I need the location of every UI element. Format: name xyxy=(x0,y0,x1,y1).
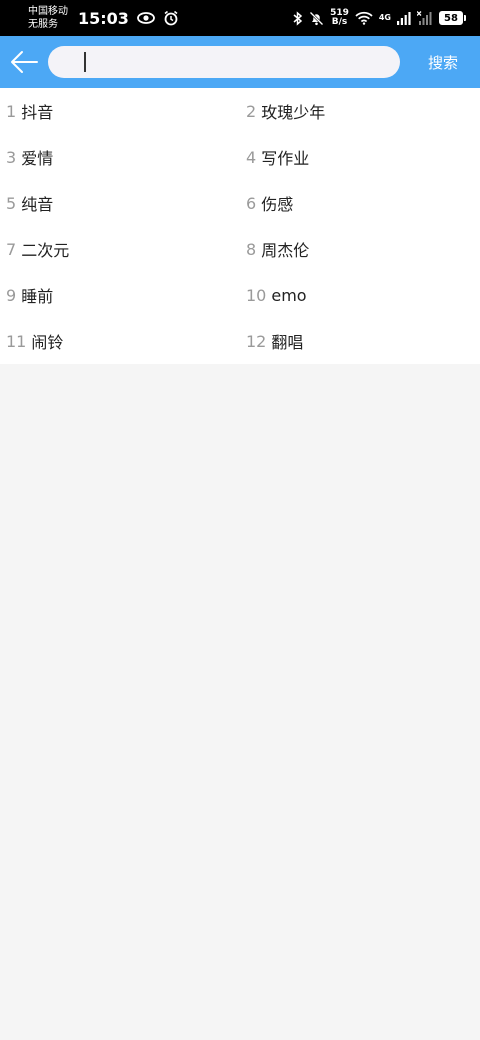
net-speed: 519 B/s xyxy=(330,9,349,27)
alarm-icon xyxy=(163,10,179,26)
status-right: 519 B/s 4G 58 xyxy=(293,9,466,27)
hot-label: 翻唱 xyxy=(271,333,304,352)
signal-icon xyxy=(397,11,411,25)
mute-bell-icon xyxy=(309,11,324,26)
hot-keyword-item[interactable]: 7 二次元 xyxy=(0,226,240,272)
hot-keyword-item[interactable]: 10 emo xyxy=(240,272,480,318)
hot-keyword-item[interactable]: 5 纯音 xyxy=(0,180,240,226)
hot-rank: 2 xyxy=(246,101,257,121)
hot-keyword-item[interactable]: 4 写作业 xyxy=(240,134,480,180)
hot-rank: 11 xyxy=(6,331,27,351)
no-signal-icon xyxy=(417,11,433,25)
hot-label: emo xyxy=(271,285,307,305)
carrier-name: 中国移动 xyxy=(28,6,68,17)
hot-label: 纯音 xyxy=(21,195,54,214)
hot-rank: 12 xyxy=(246,331,267,351)
carrier-info: 中国移动 无服务 xyxy=(28,5,68,31)
hot-label: 二次元 xyxy=(21,241,70,260)
network-type: 4G xyxy=(378,13,391,22)
hot-rank: 4 xyxy=(246,147,257,167)
wifi-icon xyxy=(355,11,373,25)
hot-rank: 7 xyxy=(6,239,17,259)
search-button[interactable]: 搜索 xyxy=(400,36,480,88)
search-box[interactable] xyxy=(48,46,400,78)
battery-level: 58 xyxy=(439,11,463,25)
hot-label: 睡前 xyxy=(21,287,54,306)
text-caret xyxy=(84,52,86,72)
hot-keyword-item[interactable]: 11 闹铃 xyxy=(0,318,240,364)
arrow-left-icon xyxy=(11,51,38,73)
hot-label: 玫瑰少年 xyxy=(261,103,326,122)
hot-label: 伤感 xyxy=(261,195,294,214)
hot-keyword-item[interactable]: 12 翻唱 xyxy=(240,318,480,364)
battery-icon: 58 xyxy=(439,11,466,25)
carrier-status: 无服务 xyxy=(28,19,58,30)
back-button[interactable] xyxy=(0,36,48,88)
hot-keyword-list: 1 抖音 2 玫瑰少年 3 爱情 4 写作业 5 纯音 6 伤感 7 二次元 8… xyxy=(0,88,480,364)
status-left: 中国移动 无服务 15:03 xyxy=(28,5,179,31)
eye-icon xyxy=(137,12,155,24)
status-bar: 中国移动 无服务 15:03 519 B/s 4G 58 xyxy=(0,0,480,36)
search-header: 搜索 xyxy=(0,36,480,88)
hot-rank: 10 xyxy=(246,285,267,305)
hot-rank: 3 xyxy=(6,147,17,167)
hot-rank: 9 xyxy=(6,285,17,305)
hot-keyword-item[interactable]: 6 伤感 xyxy=(240,180,480,226)
hot-rank: 6 xyxy=(246,193,257,213)
hot-label: 周杰伦 xyxy=(261,241,310,260)
hot-keyword-item[interactable]: 1 抖音 xyxy=(0,88,240,134)
hot-keyword-item[interactable]: 9 睡前 xyxy=(0,272,240,318)
net-speed-unit: B/s xyxy=(331,17,348,27)
hot-label: 抖音 xyxy=(21,103,54,122)
hot-rank: 8 xyxy=(246,239,257,259)
search-input[interactable] xyxy=(80,53,400,71)
hot-label: 闹铃 xyxy=(31,333,64,352)
hot-label: 爱情 xyxy=(21,149,54,168)
bluetooth-icon xyxy=(293,10,303,26)
hot-keyword-item[interactable]: 3 爱情 xyxy=(0,134,240,180)
status-time: 15:03 xyxy=(78,8,129,28)
hot-keyword-item[interactable]: 8 周杰伦 xyxy=(240,226,480,272)
hot-rank: 5 xyxy=(6,193,17,213)
hot-label: 写作业 xyxy=(261,149,310,168)
battery-cap xyxy=(464,15,466,21)
hot-rank: 1 xyxy=(6,101,17,121)
hot-keyword-item[interactable]: 2 玫瑰少年 xyxy=(240,88,480,134)
